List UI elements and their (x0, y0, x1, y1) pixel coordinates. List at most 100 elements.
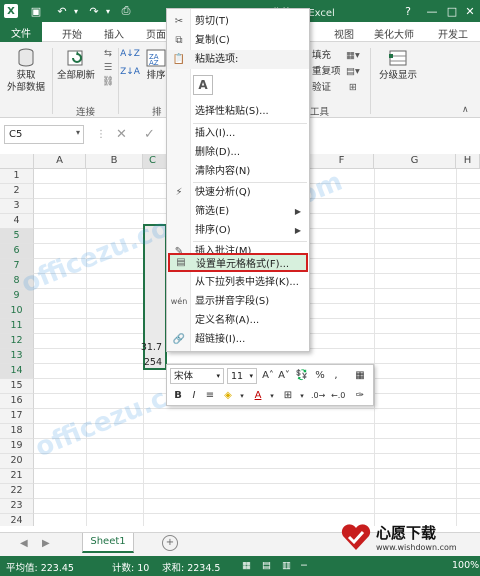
refresh-all-button[interactable]: 全部刷新 (54, 48, 98, 82)
increase-decimal-icon[interactable]: .0→ (311, 389, 325, 403)
tab-beautify[interactable]: 美化大师 (374, 26, 414, 41)
decrease-decimal-icon[interactable]: ←.0 (331, 389, 345, 403)
collapse-ribbon-icon[interactable]: ∧ (462, 104, 469, 116)
menu-item-define-name[interactable]: 定义名称(A)... (167, 311, 309, 330)
tab-insert[interactable]: 插入 (104, 26, 124, 41)
menu-item-hyperlink[interactable]: 🔗 超链接(I)... (167, 330, 309, 349)
drag-handle-icon[interactable]: ⋮ (96, 129, 106, 140)
menu-item-show-phonetic[interactable]: wén 显示拼音字段(S) (167, 292, 309, 311)
row-header-24[interactable]: 24 (0, 514, 34, 526)
data-validation-button[interactable]: 验证 (312, 80, 341, 96)
zoom-out-icon[interactable]: − (300, 560, 308, 571)
chevron-down-icon[interactable]: ▾ (265, 389, 279, 403)
menu-item-clear-contents[interactable]: 清除内容(N) (167, 162, 309, 181)
add-sheet-icon[interactable]: + (162, 535, 178, 551)
row-header-7[interactable]: 7 (0, 259, 34, 274)
row-header-4[interactable]: 4 (0, 214, 34, 229)
menu-item-quick-analysis[interactable]: ⚡ 快速分析(Q) (167, 183, 309, 202)
column-header-b[interactable]: B (86, 154, 143, 169)
get-external-data-button[interactable]: 获取 外部数据 (4, 48, 48, 94)
menu-item-sort[interactable]: 排序(O) ▶ (167, 221, 309, 240)
normal-view-icon[interactable]: ▦ (242, 560, 251, 571)
shrink-font-icon[interactable]: A˅ (277, 369, 291, 383)
row-header-22[interactable]: 22 (0, 484, 34, 499)
row-header-15[interactable]: 15 (0, 379, 34, 394)
what-if-icon[interactable]: ▤▾ (346, 64, 360, 80)
row-header-12[interactable]: 12 (0, 334, 34, 349)
chevron-down-icon[interactable]: ▾ (235, 389, 249, 403)
italic-icon[interactable]: I (187, 389, 201, 403)
column-header-f[interactable]: F (310, 154, 374, 169)
prev-sheet-icon[interactable]: ◀ (20, 538, 28, 549)
page-layout-view-icon[interactable]: ▤ (262, 560, 271, 571)
column-header-c[interactable]: C (143, 154, 167, 169)
clear-format-icon[interactable]: ✑ (353, 389, 367, 403)
next-sheet-icon[interactable]: ▶ (42, 538, 50, 549)
tab-view[interactable]: 视图 (334, 26, 354, 41)
row-header-1[interactable]: 1 (0, 169, 34, 184)
connections-button[interactable]: ⇆ ☰ ⛓ (100, 48, 116, 90)
tab-home[interactable]: 开始 (62, 26, 82, 41)
chevron-down-icon[interactable]: ▾ (76, 128, 80, 137)
percent-style-button[interactable]: % (313, 369, 327, 383)
row-header-9[interactable]: 9 (0, 289, 34, 304)
row-header-14[interactable]: 14 (0, 364, 34, 379)
select-all-corner[interactable] (0, 154, 34, 169)
consolidate-icon[interactable]: ▦▾ (346, 48, 360, 64)
row-header-5[interactable]: 5 (0, 229, 34, 244)
minimize-icon[interactable]: — (424, 3, 440, 19)
confirm-icon[interactable]: ✓ (144, 127, 155, 142)
tab-file[interactable]: 文件 (0, 22, 42, 42)
menu-item-paste-special[interactable]: 选择性粘贴(S)... (167, 102, 309, 121)
flash-fill-button[interactable]: 填充 (312, 48, 341, 64)
row-header-13[interactable]: 13 (0, 349, 34, 364)
close-icon[interactable]: ✕ (462, 3, 478, 19)
column-header-h[interactable]: H (456, 154, 480, 169)
comma-style-button[interactable]: , (329, 369, 343, 383)
relationships-icon[interactable]: ⊞ (346, 80, 360, 96)
menu-item-copy[interactable]: ⧉ 复制(C) (167, 31, 309, 50)
format-painter-icon[interactable]: ▦ (353, 369, 367, 383)
menu-item-insert[interactable]: 插入(I)... (167, 124, 309, 143)
row-header-17[interactable]: 17 (0, 409, 34, 424)
row-header-21[interactable]: 21 (0, 469, 34, 484)
cancel-icon[interactable]: ✕ (116, 127, 127, 142)
accounting-format-icon[interactable]: 💱 (295, 369, 309, 383)
align-center-icon[interactable]: ≡ (203, 389, 217, 403)
menu-item-delete[interactable]: 删除(D)... (167, 143, 309, 162)
name-box[interactable]: C5 ▾ (4, 125, 84, 144)
sort-az-button[interactable]: A↓Z Z↓A (120, 48, 140, 78)
row-header-10[interactable]: 10 (0, 304, 34, 319)
remove-duplicates-button[interactable]: 重复项 (312, 64, 341, 80)
menu-item-cut[interactable]: ✂ 剪切(T) (167, 12, 309, 31)
undo-dropdown-icon[interactable]: ▾ (68, 3, 84, 19)
row-header-6[interactable]: 6 (0, 244, 34, 259)
row-header-8[interactable]: 8 (0, 274, 34, 289)
chevron-down-icon[interactable]: ▾ (295, 389, 309, 403)
row-header-3[interactable]: 3 (0, 199, 34, 214)
fill-color-icon[interactable]: ◈ (221, 389, 235, 403)
row-header-2[interactable]: 2 (0, 184, 34, 199)
row-header-16[interactable]: 16 (0, 394, 34, 409)
row-header-23[interactable]: 23 (0, 499, 34, 514)
tab-page-layout[interactable]: 页面 (146, 26, 166, 41)
row-header-11[interactable]: 11 (0, 319, 34, 334)
menu-item-format-cells[interactable]: ▤ 设置单元格格式(F)... (168, 253, 308, 272)
menu-item-pick-from-list[interactable]: 从下拉列表中选择(K)... (167, 273, 309, 292)
zoom-level[interactable]: 100% (452, 560, 479, 571)
grow-font-icon[interactable]: A˄ (261, 369, 275, 383)
sheet-tab-sheet1[interactable]: Sheet1 (82, 533, 134, 553)
help-icon[interactable]: ? (400, 3, 416, 19)
page-break-view-icon[interactable]: ▥ (282, 560, 291, 571)
maximize-icon[interactable]: □ (444, 3, 460, 19)
sort-button[interactable]: ZA AZ 排序 (144, 48, 168, 82)
row-header-20[interactable]: 20 (0, 454, 34, 469)
column-header-a[interactable]: A (34, 154, 86, 169)
bold-icon[interactable]: B (171, 389, 185, 403)
menu-item-filter[interactable]: 筛选(E) ▶ (167, 202, 309, 221)
outline-button[interactable]: 分级显示 (374, 48, 422, 82)
font-size-select[interactable]: 11 ▾ (227, 368, 257, 384)
borders-icon[interactable]: ⊞ (281, 389, 295, 403)
font-name-select[interactable]: 宋体 ▾ (170, 368, 224, 384)
row-header-19[interactable]: 19 (0, 439, 34, 454)
